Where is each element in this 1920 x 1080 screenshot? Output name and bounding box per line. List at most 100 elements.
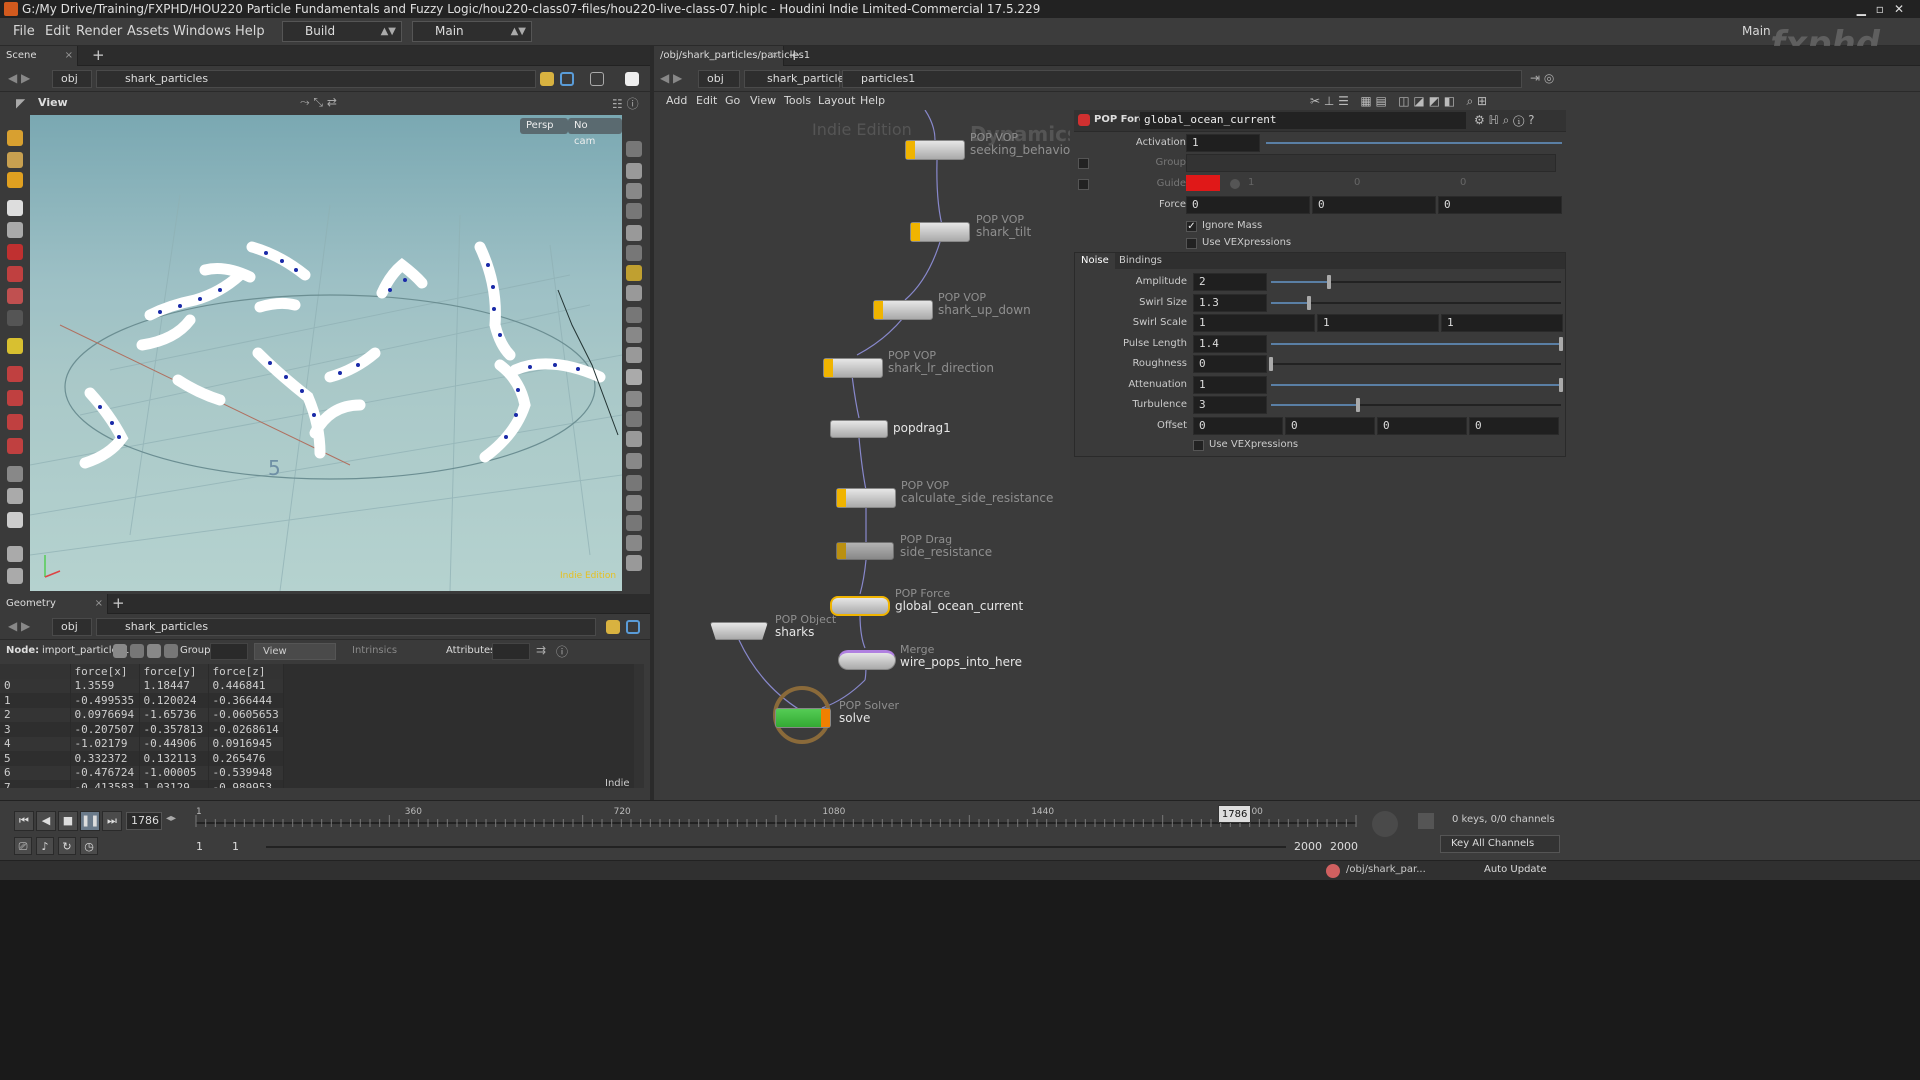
force-y-field[interactable]: 0 (1312, 196, 1436, 214)
shading-icon[interactable] (7, 568, 23, 584)
add-tab-icon[interactable]: + (788, 46, 801, 64)
magnet-icon[interactable] (7, 366, 23, 382)
param-slider[interactable] (1271, 275, 1561, 289)
persp-menu[interactable]: Persp (520, 118, 568, 134)
range-start[interactable]: 1 (232, 840, 239, 853)
visualizer-icon[interactable] (626, 347, 642, 363)
node-name-label[interactable]: popdrag1 (893, 422, 951, 435)
slider-knob[interactable] (1269, 357, 1273, 371)
param-field[interactable]: 0 (1193, 416, 1283, 435)
table-row[interactable]: 4 -1.02179 -0.44906 0.0916945 (0, 736, 284, 751)
table-cell[interactable]: -0.539948 (208, 765, 284, 780)
tab-geometry-spreadsheet[interactable]: Geometry Spreadsheet× (0, 594, 108, 629)
table-cell[interactable]: 0 (0, 678, 71, 693)
display-options-icon[interactable] (626, 141, 642, 157)
point-snap-icon[interactable] (7, 414, 23, 430)
slider-knob[interactable] (1356, 398, 1360, 412)
curve-snap-icon[interactable] (7, 438, 23, 454)
table-row[interactable]: 0 1.3559 1.18447 0.446841 (0, 678, 284, 693)
path-obj[interactable]: obj (52, 618, 92, 636)
wireframe-icon[interactable] (626, 225, 642, 241)
pane-divider[interactable] (650, 46, 654, 800)
shaded-icon[interactable] (626, 245, 642, 261)
back-arrow-icon[interactable]: ◀ ▶ (660, 71, 682, 85)
node-body[interactable] (905, 140, 965, 160)
table-cell[interactable]: -0.413583 (70, 780, 140, 788)
view-menu[interactable]: View (254, 643, 336, 660)
orient-icon[interactable] (626, 535, 642, 551)
table-row[interactable]: 7 -0.413583 1.03129 -0.989953 (0, 780, 284, 788)
playhead-marker[interactable]: 1786 (1217, 805, 1252, 823)
keys-icon[interactable] (1418, 813, 1434, 829)
table-cell[interactable]: 1 (0, 693, 71, 708)
snapshot-icon[interactable] (626, 369, 642, 385)
viewport-scene[interactable]: 5 (30, 115, 622, 591)
paint-icon[interactable] (626, 475, 642, 491)
use-vex-checkbox[interactable] (1186, 238, 1197, 249)
jump-start-button[interactable]: ⏮ (14, 811, 34, 831)
node-name-label[interactable]: side_resistance (900, 546, 992, 559)
param-field[interactable]: 1 (1441, 314, 1563, 332)
menu-assets[interactable]: Assets (127, 24, 169, 39)
3d-viewport[interactable]: 5 Persp No cam Indie Edition (30, 115, 622, 591)
table-row[interactable]: 3 -0.207507 -0.357813 -0.0268614 (0, 722, 284, 737)
table-cell[interactable]: 0.0976694 (70, 707, 140, 722)
path-obj[interactable]: obj (698, 70, 740, 88)
activation-field[interactable]: 1 (1186, 134, 1260, 152)
table-cell[interactable]: 0.265476 (208, 751, 284, 766)
tab-bindings[interactable]: Bindings (1113, 253, 1168, 269)
auto-update-menu[interactable]: Auto Update (1484, 864, 1547, 875)
table-cell[interactable]: 0.0916945 (208, 736, 284, 751)
guide-color-swatch[interactable] (1186, 175, 1220, 191)
param-field[interactable]: 1.3 (1193, 293, 1267, 312)
menu-render[interactable]: Render (76, 24, 122, 39)
node-body[interactable] (873, 300, 933, 320)
table-cell[interactable]: 3 (0, 722, 71, 737)
pin-icon[interactable] (540, 72, 554, 86)
slider-knob[interactable] (1306, 295, 1311, 310)
render-icon[interactable] (7, 488, 23, 504)
node-name-label[interactable]: wire_pops_into_here (900, 656, 1022, 669)
slider-knob[interactable] (1559, 336, 1563, 351)
param-field[interactable]: 1 (1193, 375, 1267, 394)
node-name-label[interactable]: solve (839, 712, 870, 725)
param-field[interactable]: 3 (1193, 396, 1267, 414)
table-cell[interactable]: 0.332372 (70, 751, 140, 766)
measure-icon[interactable] (626, 391, 642, 407)
points-icon[interactable] (626, 327, 642, 343)
path-shark-particles[interactable]: shark_particles (96, 70, 536, 88)
frame-icon[interactable] (626, 515, 642, 531)
path-shark-particles[interactable]: shark_particles (744, 70, 850, 88)
display-icon[interactable] (7, 546, 23, 562)
template-icon[interactable] (626, 285, 642, 301)
tab-network[interactable]: /obj/shark_particles/particles1 × (654, 46, 810, 66)
path-shark-particles[interactable]: shark_particles (96, 618, 596, 636)
table-cell[interactable]: -1.02179 (70, 736, 140, 751)
points-mode-icon[interactable] (113, 644, 127, 658)
node-body[interactable] (830, 420, 888, 438)
table-cell[interactable]: -0.44906 (139, 736, 209, 751)
table-cell[interactable]: 5 (0, 751, 71, 766)
table-cell[interactable]: 4 (0, 736, 71, 751)
help-icon[interactable]: ⓘ (556, 643, 568, 660)
menu-windows[interactable]: Windows (173, 24, 231, 39)
net-menu-tools[interactable]: Tools (784, 94, 811, 107)
table-cell[interactable]: -0.499535 (70, 693, 140, 708)
table-cell[interactable]: -0.366444 (208, 693, 284, 708)
node-body[interactable] (836, 542, 894, 560)
table-cell[interactable]: -0.476724 (70, 765, 140, 780)
pen-icon[interactable] (626, 411, 642, 427)
table-cell[interactable]: -1.00005 (139, 765, 209, 780)
layout-icon[interactable] (590, 72, 604, 86)
param-slider[interactable] (1269, 357, 1561, 371)
lock-icon[interactable] (7, 222, 23, 238)
close-icon[interactable]: × (95, 594, 103, 614)
table-cell[interactable]: 0.446841 (208, 678, 284, 693)
path-obj[interactable]: obj (52, 70, 92, 88)
top-right-main[interactable]: Main (1742, 24, 1771, 38)
table-row[interactable]: 6 -0.476724 -1.00005 -0.539948 (0, 765, 284, 780)
color-picker-icon[interactable] (1230, 179, 1240, 189)
scale-icon[interactable] (7, 288, 23, 304)
audio-toggle[interactable]: ♪ (36, 837, 54, 855)
spreadsheet-scrollbar[interactable] (634, 664, 644, 788)
